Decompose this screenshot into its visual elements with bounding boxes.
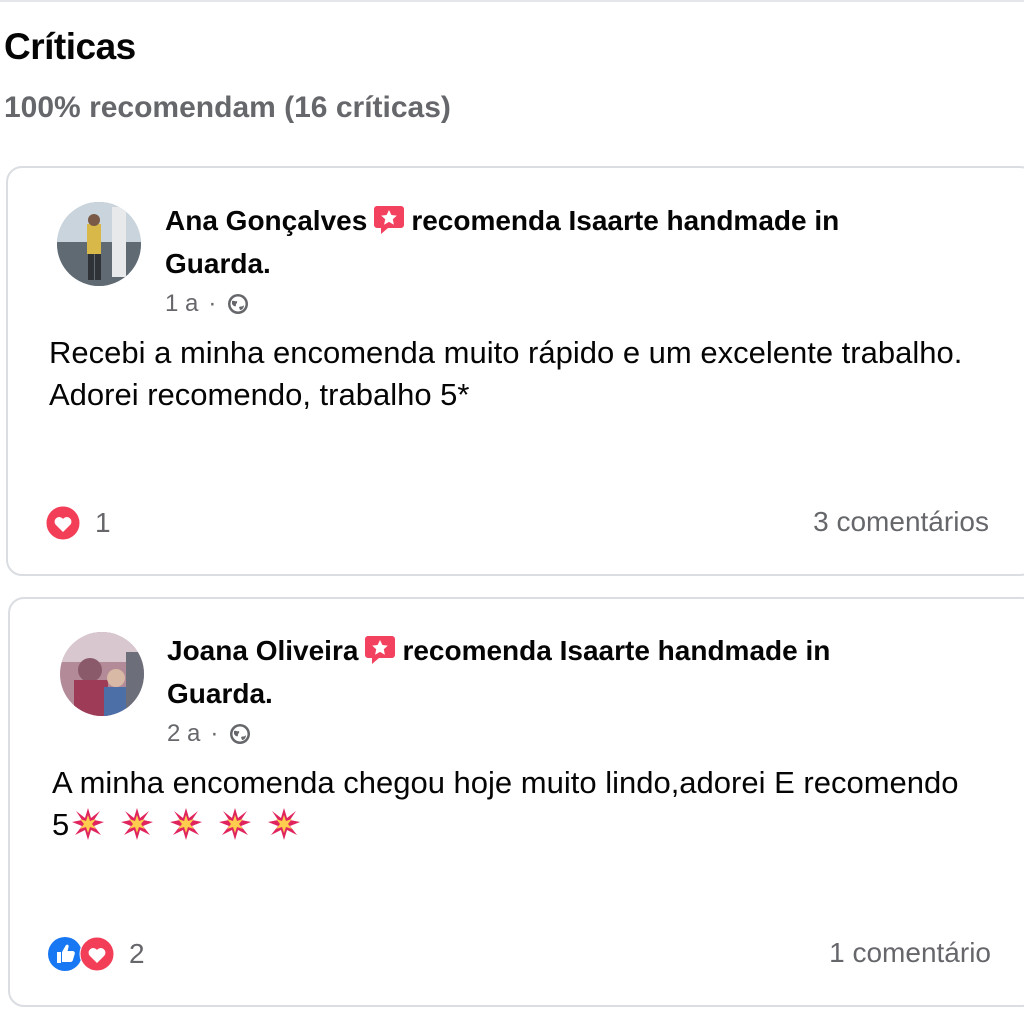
sparkle-icon bbox=[267, 807, 301, 841]
reactions-summary[interactable]: 1 bbox=[45, 505, 111, 541]
reactions-summary[interactable]: 2 bbox=[47, 936, 145, 972]
review-meta: 2 a · bbox=[167, 720, 252, 748]
reaction-count: 1 bbox=[95, 507, 111, 538]
recommend-badge-icon bbox=[373, 203, 405, 235]
comments-link[interactable]: 3 comentários bbox=[813, 506, 989, 538]
review-meta: 1 a · bbox=[165, 290, 250, 318]
sparkle-icon bbox=[169, 807, 203, 841]
avatar[interactable] bbox=[60, 632, 144, 716]
like-reaction-icon bbox=[47, 936, 83, 972]
top-divider bbox=[0, 0, 1024, 2]
author-name[interactable]: Joana Oliveira bbox=[167, 635, 358, 666]
review-text: Recebi a minha encomenda muito rápido e … bbox=[49, 335, 963, 412]
avatar[interactable] bbox=[57, 202, 141, 286]
sparkle-icon bbox=[218, 807, 252, 841]
sparkle-icon bbox=[71, 807, 105, 841]
meta-separator: · bbox=[210, 720, 219, 747]
globe-icon bbox=[228, 722, 252, 746]
reaction-count: 2 bbox=[129, 938, 145, 969]
meta-separator: · bbox=[208, 290, 217, 317]
love-reaction-icon bbox=[45, 505, 81, 541]
author-name[interactable]: Ana Gonçalves bbox=[165, 205, 367, 236]
globe-icon bbox=[226, 292, 250, 316]
love-reaction-icon bbox=[79, 936, 115, 972]
comments-link[interactable]: 1 comentário bbox=[829, 937, 991, 969]
review-card: Ana Gonçalves recomenda Isaarte handmade … bbox=[6, 166, 1024, 576]
review-card: Joana Oliveira recomenda Isaarte handmade… bbox=[8, 597, 1024, 1007]
review-text-block: A minha encomenda chegou hoje muito lind… bbox=[52, 762, 982, 846]
recommend-badge-icon bbox=[364, 633, 396, 665]
page-title: Críticas bbox=[4, 26, 136, 67]
recommendation-summary: 100% recomendam (16 críticas) bbox=[4, 91, 451, 124]
timestamp[interactable]: 1 a bbox=[165, 290, 198, 318]
review-header: Joana Oliveira recomenda Isaarte handmade… bbox=[167, 629, 927, 715]
sparkle-emoji-group bbox=[69, 807, 316, 842]
sparkle-icon bbox=[120, 807, 154, 841]
timestamp[interactable]: 2 a bbox=[167, 720, 200, 748]
review-header: Ana Gonçalves recomenda Isaarte handmade … bbox=[165, 199, 925, 285]
